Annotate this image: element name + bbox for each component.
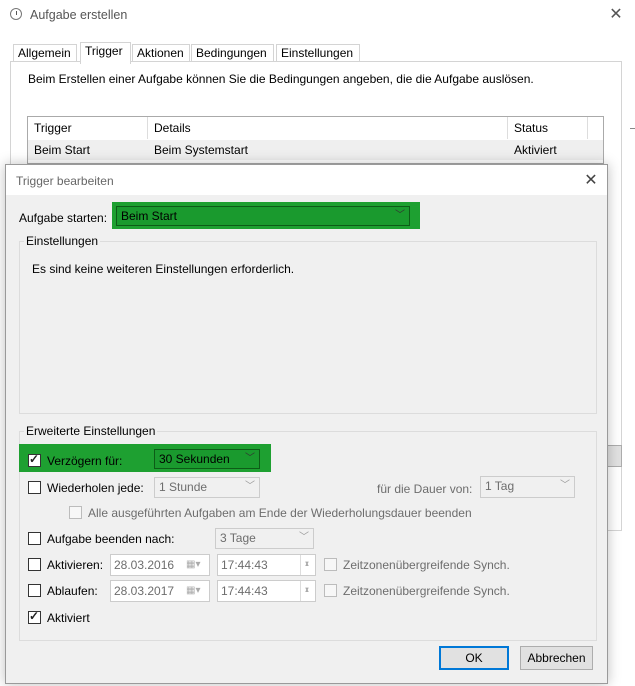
stop-after-checkbox[interactable] bbox=[28, 532, 41, 545]
tab-aktionen[interactable]: Aktionen bbox=[132, 44, 190, 61]
tab-bedingungen[interactable]: Bedingungen bbox=[191, 44, 274, 61]
expire-time-field[interactable]: 17:44:43 bbox=[217, 580, 316, 602]
settings-text: Es sind keine weiteren Einstellungen erf… bbox=[32, 262, 295, 276]
table-row[interactable]: Beim Start Beim Systemstart Aktiviert bbox=[28, 140, 603, 160]
cancel-button[interactable]: Abbrechen bbox=[520, 646, 593, 670]
column-header-status[interactable]: Status bbox=[508, 117, 588, 139]
close-icon[interactable]: ✕ bbox=[581, 170, 601, 190]
activate-label: Aktivieren: bbox=[47, 558, 104, 572]
stop-after-select[interactable]: 3 Tage ﹀ bbox=[215, 528, 314, 549]
clock-icon bbox=[10, 8, 22, 20]
ok-button[interactable]: OK bbox=[439, 646, 509, 670]
cell-status: Aktiviert bbox=[514, 143, 557, 157]
column-header-trigger[interactable]: Trigger bbox=[28, 117, 148, 139]
start-select[interactable]: Beim Start ﹀ bbox=[116, 206, 410, 226]
delay-select[interactable]: 30 Sekunden ﹀ bbox=[154, 449, 260, 469]
activate-sync-checkbox[interactable] bbox=[324, 558, 337, 571]
expire-checkbox[interactable] bbox=[28, 584, 41, 597]
advanced-group-title: Erweiterte Einstellungen bbox=[24, 424, 158, 438]
delay-label: Verzögern für: bbox=[47, 454, 123, 468]
stop-after-label: Aufgabe beenden nach: bbox=[47, 532, 175, 546]
chevron-down-icon: ﹀ bbox=[395, 210, 405, 221]
enabled-checkbox[interactable] bbox=[28, 609, 41, 624]
trigger-table: Trigger Details Status Beim Start Beim S… bbox=[27, 116, 604, 164]
stop-all-label: Alle ausgeführten Aufgaben am Ende der W… bbox=[88, 506, 472, 520]
scroll-marker bbox=[630, 128, 635, 129]
expire-date-value: 28.03.2017 bbox=[114, 584, 175, 598]
tab-allgemein[interactable]: Allgemein bbox=[13, 44, 77, 61]
cell-details: Beim Systemstart bbox=[154, 143, 249, 157]
repeat-duration-label: für die Dauer von: bbox=[377, 482, 473, 496]
activate-time-value: 17:44:43 bbox=[221, 558, 268, 572]
activate-time-field[interactable]: 17:44:43 bbox=[217, 554, 316, 576]
time-spinner[interactable] bbox=[300, 554, 315, 575]
close-icon[interactable]: ✕ bbox=[606, 4, 626, 24]
repeat-select[interactable]: 1 Stunde ﹀ bbox=[154, 477, 260, 498]
calendar-icon: ▦▾ bbox=[186, 585, 201, 596]
back-button-edge[interactable] bbox=[606, 445, 622, 467]
expire-date-picker[interactable]: 28.03.2017 ▦▾ bbox=[110, 580, 210, 602]
stop-after-value: 3 Tage bbox=[220, 531, 256, 545]
chevron-down-icon: ﹀ bbox=[299, 532, 309, 543]
activate-date-value: 28.03.2016 bbox=[114, 558, 175, 572]
start-select-value: Beim Start bbox=[121, 209, 178, 223]
settings-group-title: Einstellungen bbox=[24, 234, 101, 248]
expire-sync-label: Zeitzonenübergreifende Synch. bbox=[343, 584, 510, 598]
repeat-duration-select[interactable]: 1 Tag ﹀ bbox=[480, 476, 575, 498]
time-spinner[interactable] bbox=[300, 580, 315, 601]
repeat-duration-value: 1 Tag bbox=[485, 479, 515, 493]
dialog-title: Trigger bearbeiten bbox=[16, 174, 114, 188]
activate-sync-label: Zeitzonenübergreifende Synch. bbox=[343, 558, 510, 572]
chevron-down-icon: ﹀ bbox=[245, 453, 255, 464]
repeat-select-value: 1 Stunde bbox=[159, 480, 208, 494]
repeat-label: Wiederholen jede: bbox=[47, 481, 144, 495]
expire-sync-checkbox[interactable] bbox=[324, 584, 337, 597]
tab-einstellungen[interactable]: Einstellungen bbox=[276, 44, 360, 61]
chevron-down-icon: ﹀ bbox=[245, 481, 255, 492]
start-label: Aufgabe starten: bbox=[19, 211, 108, 225]
enabled-label: Aktiviert bbox=[47, 611, 90, 625]
window-title: Aufgabe erstellen bbox=[30, 8, 128, 22]
column-header-details[interactable]: Details bbox=[148, 117, 508, 139]
activate-checkbox[interactable] bbox=[28, 558, 41, 571]
expire-time-value: 17:44:43 bbox=[221, 584, 268, 598]
expire-label: Ablaufen: bbox=[47, 584, 98, 598]
stop-all-checkbox[interactable] bbox=[69, 506, 82, 519]
trigger-description: Beim Erstellen einer Aufgabe können Sie … bbox=[28, 72, 534, 86]
chevron-down-icon: ﹀ bbox=[560, 480, 570, 491]
tab-trigger[interactable]: Trigger bbox=[80, 42, 131, 64]
cell-trigger: Beim Start bbox=[34, 143, 91, 157]
activate-date-picker[interactable]: 28.03.2016 ▦▾ bbox=[110, 554, 210, 576]
calendar-icon: ▦▾ bbox=[186, 559, 201, 570]
delay-select-value: 30 Sekunden bbox=[159, 452, 230, 466]
delay-checkbox[interactable] bbox=[28, 452, 41, 467]
repeat-checkbox[interactable] bbox=[28, 481, 41, 494]
edit-trigger-dialog: Trigger bearbeiten ✕ Aufgabe starten: Be… bbox=[5, 164, 608, 684]
